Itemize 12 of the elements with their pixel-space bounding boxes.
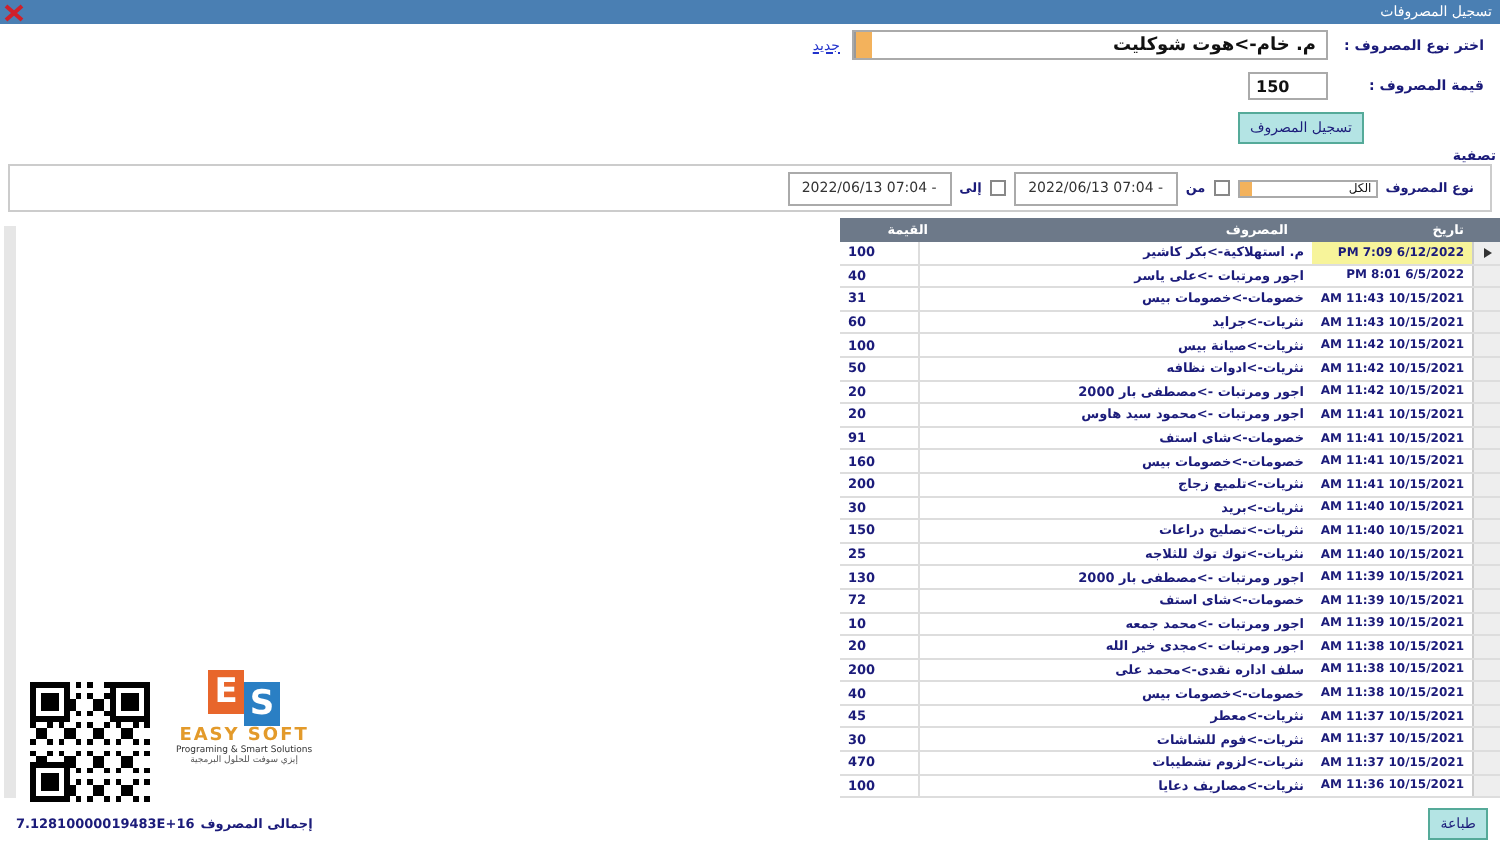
close-icon[interactable] <box>4 3 24 21</box>
checkbox[interactable] <box>1213 180 1230 196</box>
qr-code-icon <box>30 682 150 802</box>
row-selector[interactable] <box>1472 242 1500 264</box>
amount-field[interactable]: 150 <box>1248 72 1328 100</box>
logo-name: EASY SOFT <box>179 726 309 746</box>
scrollbar[interactable] <box>4 226 16 798</box>
logo-letter: E <box>208 670 245 714</box>
expense-type-dropdown[interactable]: م. خام->هوت شوكليت <box>852 30 1328 60</box>
row-pointer-icon <box>1483 247 1491 258</box>
checkbox[interactable] <box>989 180 1006 196</box>
logo-letter: S <box>244 682 281 726</box>
